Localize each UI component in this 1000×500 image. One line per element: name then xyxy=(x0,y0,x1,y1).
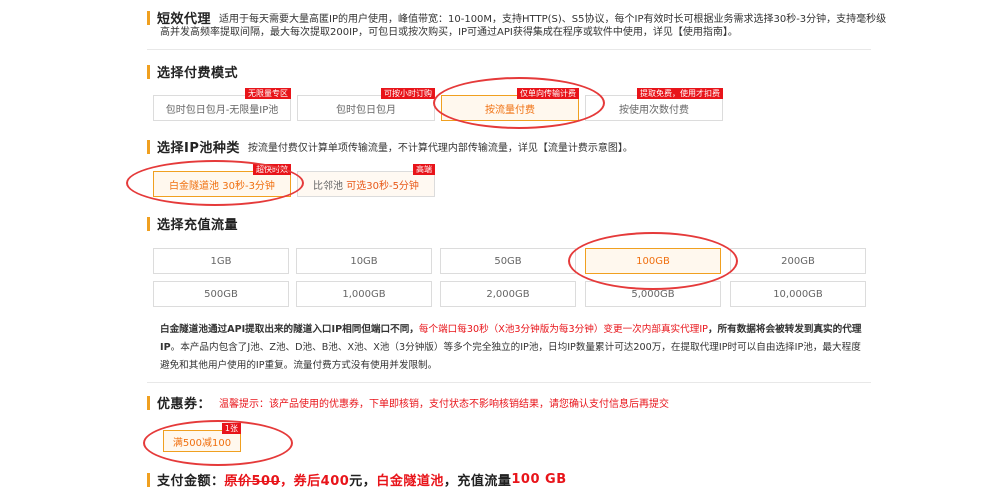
traffic-option[interactable]: 5,000GB xyxy=(585,281,721,307)
ip-pool-title: 选择IP池种类 xyxy=(157,141,240,156)
info-paragraph: 白金隧道池通过API提取出来的隧道入口IP相同但端口不同，每个端口每30秒（X池… xyxy=(160,321,872,375)
payment-label: 支付金额： xyxy=(157,474,225,489)
payment-option-count[interactable]: 按使用次数付费 提取免费，使用才扣费 xyxy=(585,88,723,121)
traffic-value: 100 GB xyxy=(511,472,567,487)
payment-mode-title: 选择付费模式 xyxy=(157,66,239,81)
traffic-label: 充值流量 xyxy=(457,474,512,489)
traffic-option[interactable]: 2,000GB xyxy=(440,281,576,307)
accent-bar xyxy=(147,216,150,231)
traffic-option[interactable]: 200GB xyxy=(730,248,866,274)
ip-pool-desc: 按流量付费仅计算单项传输流量，不计算代理内部传输流量，详见【流量计费示意图】。 xyxy=(247,143,633,154)
discounted-price: ，券后400 xyxy=(280,474,350,489)
ip-pool-option-platinum[interactable]: 白金隧道池 30秒-3分钟 超快时效 xyxy=(153,164,291,197)
option-tag: 可按小时订购 xyxy=(381,88,435,99)
payment-mode-section: 选择付费模式 xyxy=(147,62,238,81)
info-line-1: 白金隧道池通过API提取出来的隧道入口IP相同但端口不同，每个端口每30秒（X池… xyxy=(160,324,862,335)
price-unit: 元， xyxy=(349,474,377,489)
traffic-option[interactable]: 10GB xyxy=(296,248,432,274)
coupon-tip: 温馨提示：该产品使用的优惠券，下单即核销，支付状态不影响核销结果，请您确认支付信… xyxy=(219,399,670,410)
payment-amount-row: 支付金额： 原价500 ，券后400 元， 白金隧道池 ， 充值流量 100 G… xyxy=(147,470,567,489)
traffic-option[interactable]: 1,000GB xyxy=(296,281,432,307)
coupon-option[interactable]: 满500减100 1张 xyxy=(163,423,241,452)
divider xyxy=(147,382,871,383)
payment-option-unlimited[interactable]: 包时包日包月-无限量IP池 无限量专区 xyxy=(153,88,291,121)
short-proxy-desc-1: 适用于每天需要大量高匿IP的用户使用，峰值带宽：10-100M，支持HTTP(S… xyxy=(219,14,887,25)
divider xyxy=(147,49,871,50)
traffic-option-selected[interactable]: 100GB xyxy=(585,248,721,274)
option-tag: 仅单向传输计费 xyxy=(517,88,579,99)
option-tag: 超快时效 xyxy=(253,164,291,175)
traffic-option[interactable]: 500GB xyxy=(153,281,289,307)
traffic-option[interactable]: 50GB xyxy=(440,248,576,274)
payment-option-traffic[interactable]: 按流量付费 仅单向传输计费 xyxy=(441,88,579,121)
original-price: 原价500 xyxy=(224,474,281,489)
info-line-3: 避免和其他用户使用的IP重复。流量付费方式没有使用并发限制。 xyxy=(160,360,438,371)
traffic-title: 选择充值流量 xyxy=(157,218,239,233)
short-proxy-desc-2: 高并发高频率提取间隔，最大每次提取200IP，可包日或按次购买，IP可通过API… xyxy=(160,27,738,38)
separator: ， xyxy=(443,474,458,489)
accent-bar xyxy=(147,472,150,487)
traffic-section: 选择充值流量 xyxy=(147,214,238,233)
ip-pool-option-neighbor[interactable]: 比邻池 可选30秒-5分钟 高端 xyxy=(297,164,435,197)
accent-bar xyxy=(147,395,150,410)
option-tag: 高端 xyxy=(413,164,435,175)
option-tag: 提取免费，使用才扣费 xyxy=(637,88,723,99)
option-tag: 无限量专区 xyxy=(245,88,291,99)
ip-pool-section: 选择IP池种类 按流量付费仅计算单项传输流量，不计算代理内部传输流量，详见【流量… xyxy=(147,137,633,156)
accent-bar xyxy=(147,64,150,79)
accent-bar xyxy=(147,139,150,154)
payment-option-time[interactable]: 包时包日包月 可按小时订购 xyxy=(297,88,435,121)
accent-bar xyxy=(147,10,150,25)
coupon-title: 优惠券： xyxy=(157,397,212,412)
coupon-section: 优惠券： 温馨提示：该产品使用的优惠券，下单即核销，支付状态不影响核销结果，请您… xyxy=(147,393,669,412)
traffic-option[interactable]: 10,000GB xyxy=(730,281,866,307)
selected-pool: 白金隧道池 xyxy=(376,474,444,489)
coupon-count-tag: 1张 xyxy=(221,423,241,434)
traffic-option[interactable]: 1GB xyxy=(153,248,289,274)
info-line-2: IP。本产品内包含了J池、Z池、D池、B池、X池、X池（3分钟版）等多个完全独立… xyxy=(160,342,861,353)
